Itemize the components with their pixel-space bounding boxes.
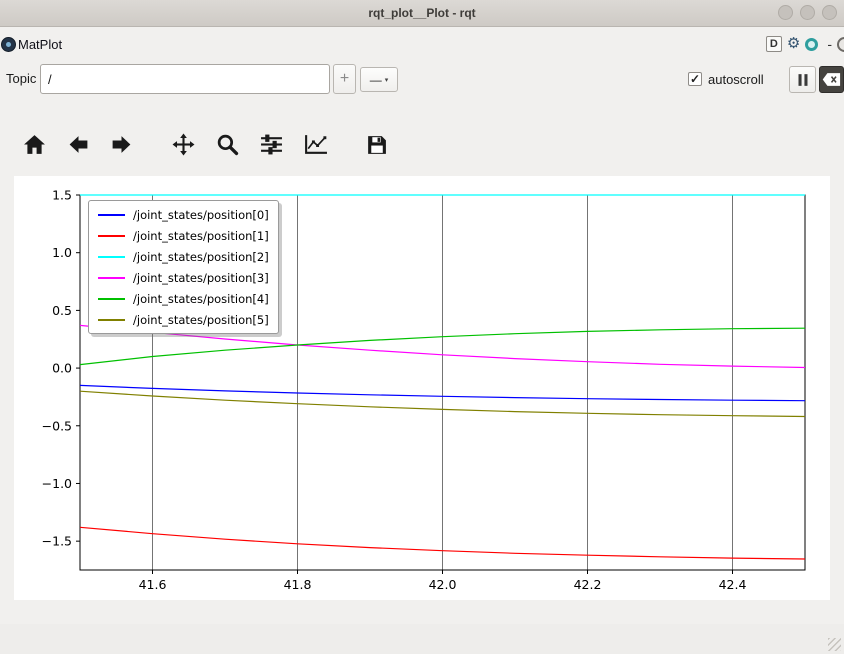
plot-legend: /joint_states/position[0] /joint_states/p… — [88, 200, 279, 334]
legend-item: /joint_states/position[2] — [98, 246, 269, 267]
legend-item: /joint_states/position[0] — [98, 204, 269, 225]
plot-panel: 41.6 41.8 42.0 42.2 42.4 1.5 1.0 0.5 0.0 −0.5 −1.0… — [14, 176, 830, 600]
legend-label: /joint_states/position[1] — [133, 228, 269, 243]
status-ring-icon[interactable] — [805, 37, 819, 51]
forward-button[interactable] — [108, 131, 134, 157]
pause-button[interactable] — [789, 66, 816, 93]
legend-label: /joint_states/position[4] — [133, 291, 269, 306]
window-close-button[interactable] — [822, 5, 837, 20]
legend-line-swatch — [98, 318, 125, 321]
dock-badge-icon[interactable]: D — [765, 36, 782, 52]
legend-label: /joint_states/position[5] — [133, 312, 269, 327]
window-minimize-button[interactable] — [778, 5, 793, 20]
svg-text:41.8: 41.8 — [284, 577, 312, 592]
close-dock-icon[interactable] — [837, 36, 844, 52]
back-button[interactable] — [65, 131, 91, 157]
back-arrow-icon — [69, 135, 87, 153]
line-style-icon: — — [369, 72, 382, 87]
gear-icon[interactable]: ⚙ — [787, 36, 800, 52]
svg-text:−1.5: −1.5 — [42, 534, 72, 549]
legend-line-swatch — [98, 234, 125, 237]
svg-text:42.2: 42.2 — [574, 577, 602, 592]
window-maximize-button[interactable] — [800, 5, 815, 20]
forward-arrow-icon — [112, 135, 130, 153]
save-button[interactable] — [363, 131, 389, 157]
resize-grip[interactable] — [828, 638, 841, 651]
legend-label: /joint_states/position[0] — [133, 207, 269, 222]
svg-text:42.0: 42.0 — [429, 577, 457, 592]
chevron-down-icon: ▾ — [384, 76, 389, 84]
svg-text:−0.5: −0.5 — [42, 418, 72, 433]
titlebar[interactable]: rqt_plot__Plot - rqt — [0, 0, 844, 27]
svg-text:41.6: 41.6 — [139, 577, 167, 592]
window-controls — [778, 5, 837, 20]
svg-text:42.4: 42.4 — [719, 577, 747, 592]
add-topic-button[interactable]: + — [333, 64, 356, 94]
plot-options-button[interactable] — [302, 131, 328, 157]
svg-text:−1.0: −1.0 — [42, 476, 72, 491]
legend-item: /joint_states/position[1] — [98, 225, 269, 246]
home-button[interactable] — [21, 131, 47, 157]
home-icon — [23, 134, 45, 154]
backspace-icon — [822, 73, 841, 86]
pan-button[interactable] — [170, 131, 196, 157]
clear-button[interactable] — [819, 66, 844, 93]
plugin-dock-bar: MatPlot D ⚙ - — [0, 28, 844, 60]
svg-text:1.5: 1.5 — [52, 188, 72, 203]
legend-line-swatch — [98, 255, 125, 258]
svg-text:1.0: 1.0 — [52, 245, 72, 260]
topic-input[interactable] — [40, 64, 330, 94]
svg-text:0.5: 0.5 — [52, 303, 72, 318]
save-floppy-icon — [367, 135, 386, 154]
legend-line-swatch — [98, 276, 125, 279]
window-title: rqt_plot__Plot - rqt — [368, 6, 476, 20]
topic-label: Topic — [6, 71, 37, 86]
zoom-magnifier-icon — [217, 134, 238, 155]
legend-item: /joint_states/position[4] — [98, 288, 269, 309]
zoom-button[interactable] — [214, 131, 240, 157]
rqt-window: rqt_plot__Plot - rqt MatPlot D ⚙ - Topic… — [0, 0, 844, 654]
checkmark-icon: ✓ — [689, 72, 701, 86]
legend-label: /joint_states/position[2] — [133, 249, 269, 264]
legend-label: /joint_states/position[3] — [133, 270, 269, 285]
legend-item: /joint_states/position[5] — [98, 309, 269, 330]
legend-line-swatch — [98, 297, 125, 300]
configure-subplots-button[interactable] — [258, 131, 284, 157]
autoscroll-checkbox[interactable]: ✓ — [688, 72, 702, 86]
statusbar — [0, 624, 844, 654]
sliders-icon — [260, 134, 282, 154]
plugin-title: MatPlot — [18, 36, 63, 52]
legend-line-swatch — [98, 213, 125, 216]
plugin-dock-actions: D ⚙ - — [765, 28, 844, 60]
legend-item: /joint_states/position[3] — [98, 267, 269, 288]
autoscroll-label: autoscroll — [708, 72, 764, 87]
svg-text:0.0: 0.0 — [52, 361, 72, 376]
minimize-dock-icon[interactable]: - — [827, 36, 832, 52]
matplot-plugin-icon — [1, 36, 16, 52]
line-style-dropdown[interactable]: — ▾ — [360, 67, 398, 92]
pause-icon — [798, 73, 807, 86]
pan-move-icon — [172, 133, 194, 155]
line-chart-icon — [304, 134, 327, 154]
